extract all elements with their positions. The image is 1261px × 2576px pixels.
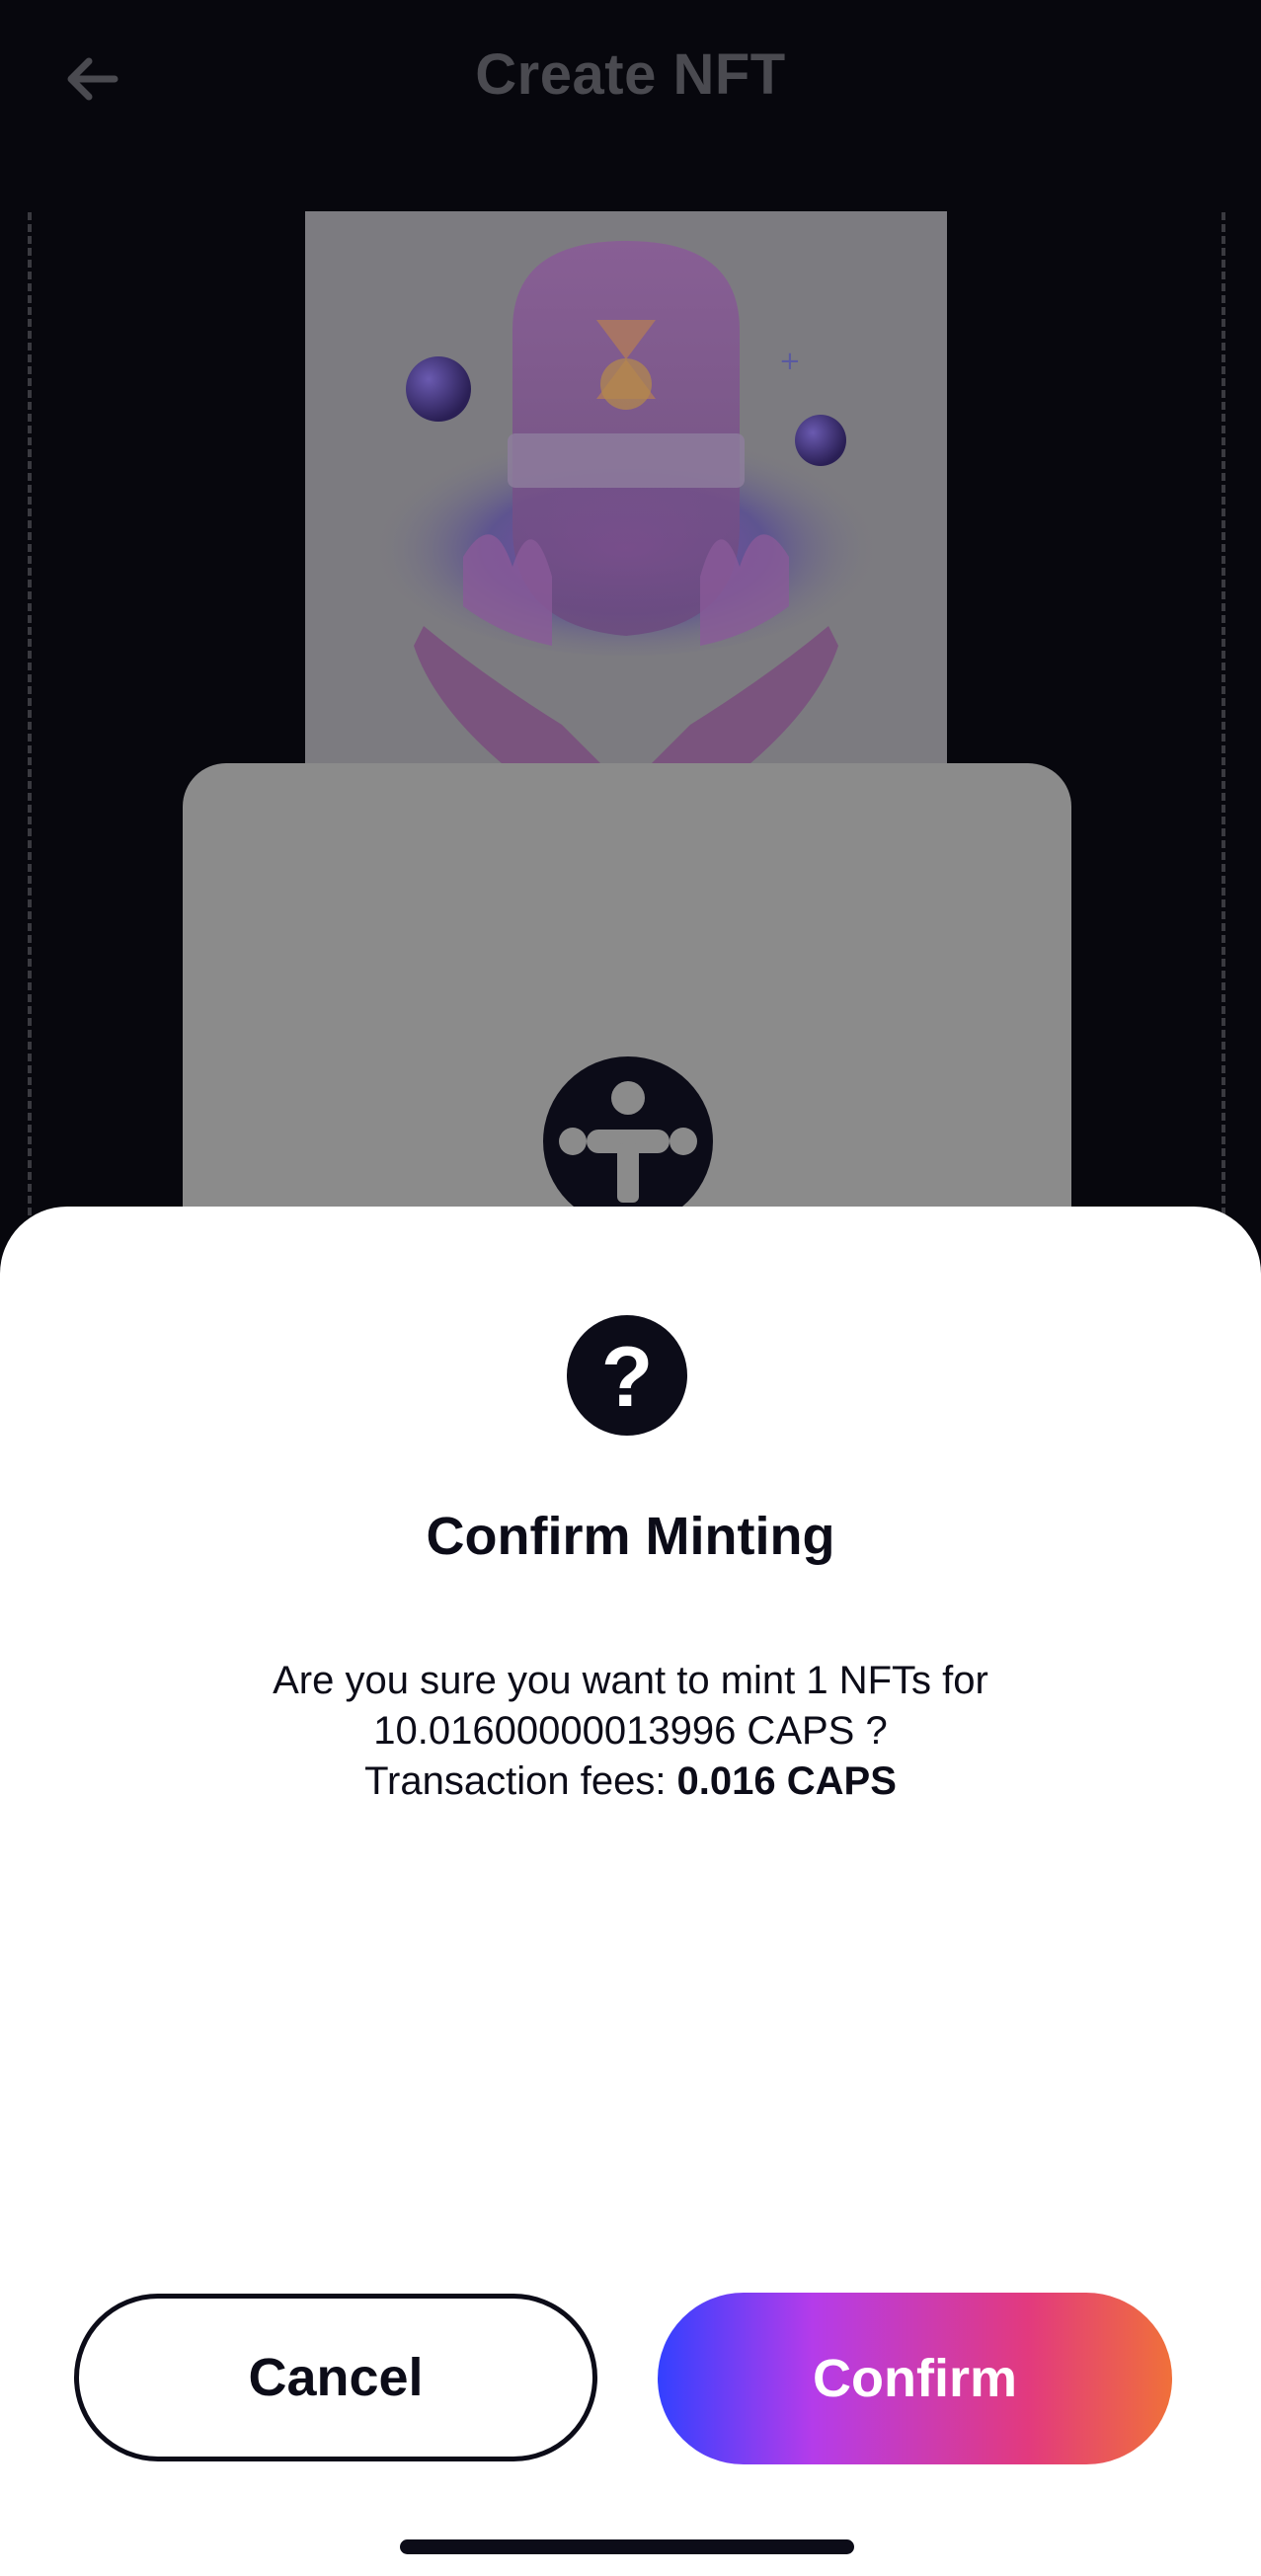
fees-value: 0.016 CAPS bbox=[676, 1759, 897, 1803]
cancel-button[interactable]: Cancel bbox=[74, 2294, 597, 2461]
message-line-1: Are you sure you want to mint 1 NFTs for bbox=[273, 1659, 988, 1702]
dialog-message: Are you sure you want to mint 1 NFTs for… bbox=[138, 1656, 1123, 1807]
nft-artwork-preview: + bbox=[305, 211, 947, 764]
dialog-title: Confirm Minting bbox=[426, 1507, 835, 1566]
svg-text:+: + bbox=[779, 347, 801, 376]
fees-label: Transaction fees: bbox=[364, 1759, 677, 1803]
create-nft-screen: Create NFT + bbox=[0, 0, 1261, 1284]
dashed-border-left bbox=[28, 212, 32, 1284]
page-title: Create NFT bbox=[475, 42, 786, 107]
home-indicator bbox=[400, 2539, 854, 2554]
dashed-border-right bbox=[1222, 212, 1225, 1284]
top-bar: Create NFT bbox=[0, 0, 1261, 158]
question-mark-icon: ? bbox=[567, 1315, 687, 1436]
confirm-button[interactable]: Confirm bbox=[658, 2293, 1172, 2464]
message-line-2: 10.01600000013996 CAPS ? bbox=[373, 1709, 888, 1753]
ternoa-logo-icon bbox=[543, 1056, 713, 1226]
transaction-fees: Transaction fees: 0.016 CAPS bbox=[138, 1756, 1123, 1807]
